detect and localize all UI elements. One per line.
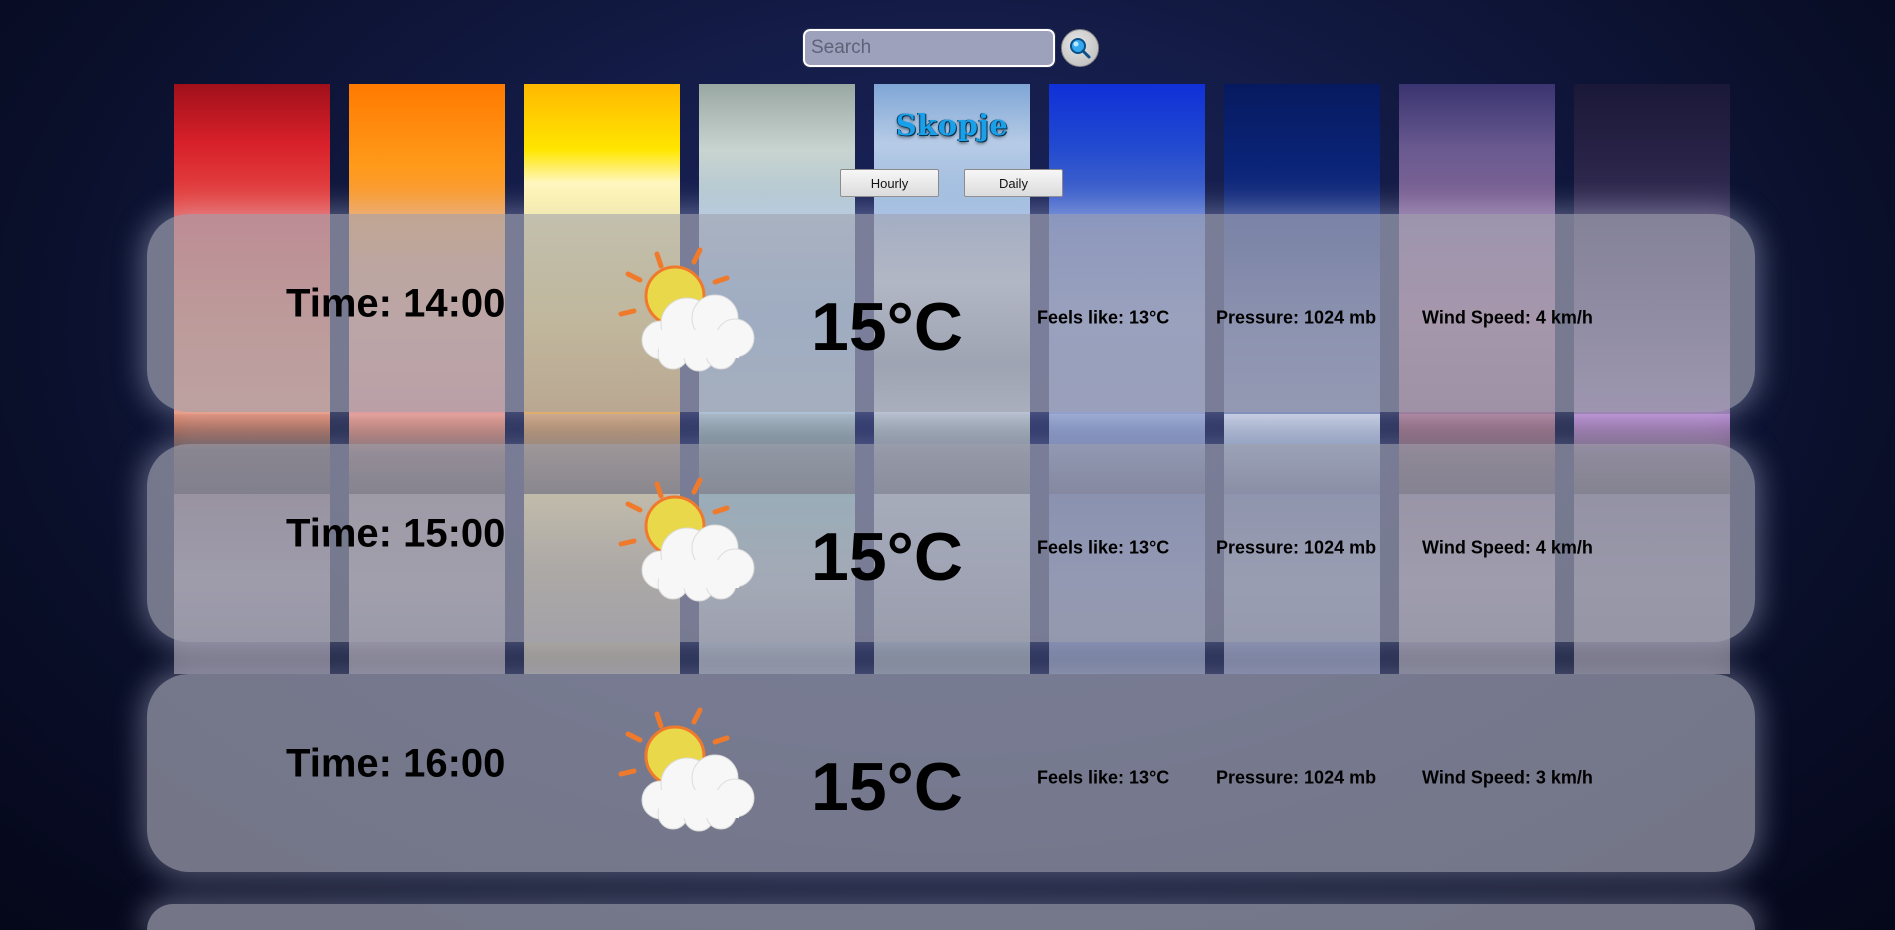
forecast-card: Time: 16:00 15°C Feels like: 13°C Pressu… — [147, 674, 1755, 872]
forecast-pressure: Pressure: 1024 mb — [1216, 307, 1377, 328]
forecast-temperature: 15°C — [811, 289, 963, 365]
forecast-wind-speed: Wind Speed: 4 km/h — [1422, 537, 1593, 558]
forecast-time: Time: 14:00 — [286, 281, 506, 326]
tab-daily[interactable]: Daily — [964, 169, 1063, 197]
forecast-wind-speed: Wind Speed: 3 km/h — [1422, 767, 1593, 788]
forecast-wind-speed: Wind Speed: 4 km/h — [1422, 307, 1593, 328]
city-title: Skopje — [895, 108, 1009, 142]
search-input[interactable] — [802, 28, 1056, 68]
search-button[interactable] — [1061, 29, 1099, 67]
forecast-time: Time: 15:00 — [286, 511, 506, 556]
forecast-temperature: 15°C — [811, 519, 963, 595]
forecast-card-partial — [147, 904, 1755, 930]
partly-cloudy-icon — [618, 247, 755, 372]
partly-cloudy-icon — [618, 707, 755, 832]
forecast-card: Time: 15:00 15°C Feels like: 13°C Pressu… — [147, 444, 1755, 642]
forecast-card: Time: 14:00 15°C Feels like: 13°C Pressu… — [147, 214, 1755, 412]
forecast-feels-like: Feels like: 13°C — [1037, 537, 1170, 558]
forecast-pressure: Pressure: 1024 mb — [1216, 537, 1377, 558]
partly-cloudy-icon — [618, 477, 755, 602]
tab-hourly[interactable]: Hourly — [840, 169, 939, 197]
search-bar — [802, 27, 1099, 69]
search-icon — [1070, 38, 1091, 59]
forecast-pressure: Pressure: 1024 mb — [1216, 767, 1377, 788]
forecast-temperature: 15°C — [811, 749, 963, 825]
forecast-feels-like: Feels like: 13°C — [1037, 767, 1170, 788]
forecast-time: Time: 16:00 — [286, 741, 506, 786]
forecast-feels-like: Feels like: 13°C — [1037, 307, 1170, 328]
